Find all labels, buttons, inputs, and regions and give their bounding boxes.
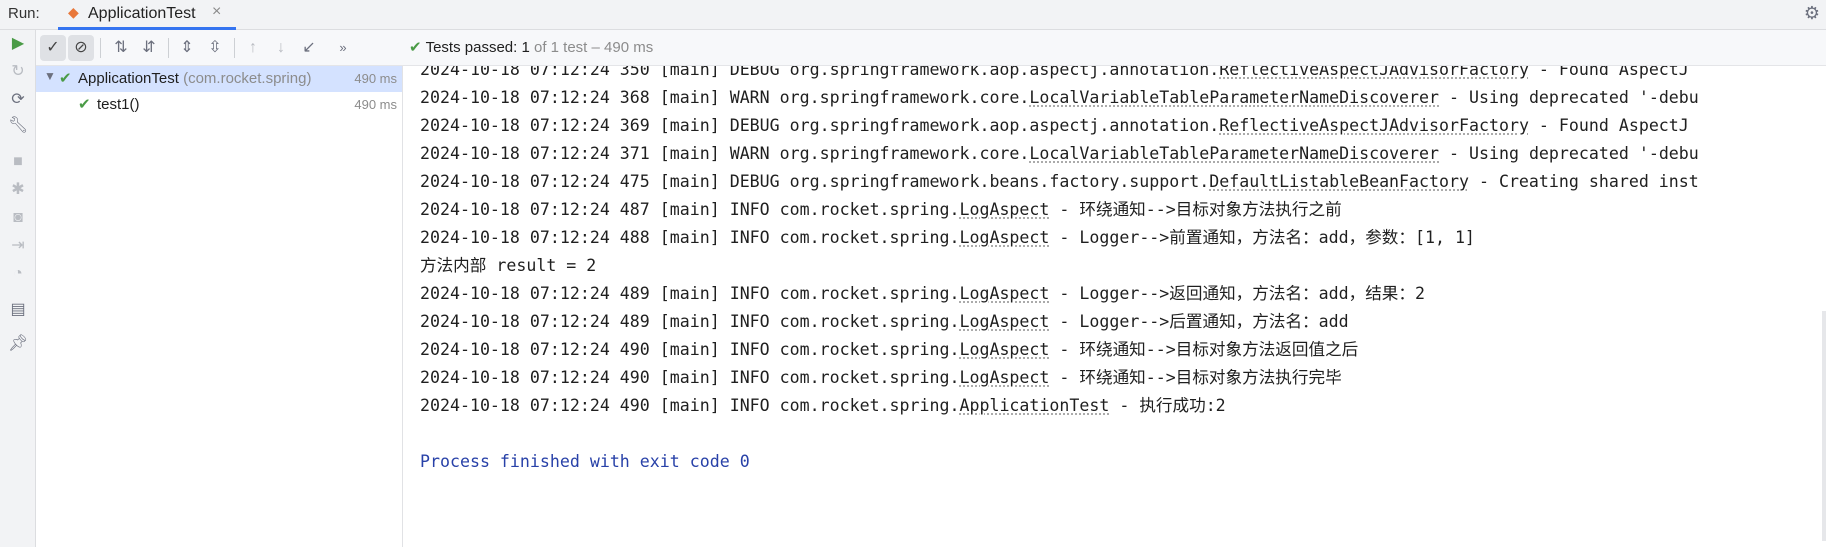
test-class-time: 490 ms [354, 71, 397, 86]
run-tab-application-test[interactable]: ◆ ApplicationTest × [58, 0, 236, 30]
close-tab-icon[interactable]: × [212, 3, 221, 21]
sort-duration-icon[interactable]: ⇵ [136, 35, 162, 61]
collapse-all-icon[interactable]: ⇳ [202, 35, 228, 61]
test-method-name: test1() [97, 96, 140, 113]
chevron-down-icon[interactable]: ▼ [44, 69, 56, 83]
test-class-name: ApplicationTest (com.rocket.spring) [78, 70, 311, 87]
tree-row-application-test[interactable]: ▼ ✔ ApplicationTest (com.rocket.spring) … [36, 66, 402, 92]
test-runner-toolbar: ✓ ⊘ ⇅ ⇵ ⇕ ⇳ ↑ ↓ ↙ » ✔ Tests passed: 1 of … [36, 30, 1826, 66]
console-line: 2024-10-18 07:12:24 490 [main] INFO com.… [420, 396, 1226, 415]
run-tab-title: ApplicationTest [88, 5, 196, 22]
check-icon: ✔ [409, 39, 422, 56]
test-tree: ▼ ✔ ApplicationTest (com.rocket.spring) … [36, 66, 403, 547]
coverage-icon[interactable]: ◔ [8, 264, 28, 284]
tree-row-test1[interactable]: ✔ test1() 490 ms [36, 92, 402, 118]
status-count: 1 [521, 39, 530, 56]
layout-icon[interactable]: ▤ [8, 300, 28, 320]
console-output[interactable]: 2024-10-18 07:12:24 350 [main] DEBUG org… [404, 66, 1826, 547]
test-class-label: ApplicationTest [78, 70, 179, 87]
sort-alpha-icon[interactable]: ⇅ [108, 35, 134, 61]
test-passed-icon: ✔ [78, 96, 91, 113]
status-suffix: of 1 test – 490 ms [533, 39, 654, 56]
console-line: 2024-10-18 07:12:24 488 [main] INFO com.… [420, 228, 1475, 247]
camera-icon[interactable]: ◙ [8, 208, 28, 228]
test-class-package: (com.rocket.spring) [183, 70, 312, 87]
console-line: 2024-10-18 07:12:24 489 [main] INFO com.… [420, 312, 1349, 331]
run-tool-window-header: Run: ◆ ApplicationTest × ⚙ [0, 0, 1826, 30]
rerun-failed-icon[interactable]: ↻ [8, 62, 28, 82]
test-status: ✔ Tests passed: 1 of 1 test – 490 ms [409, 38, 653, 56]
gear-icon[interactable]: ⚙ [1804, 3, 1820, 24]
console-line: 2024-10-18 07:12:24 371 [main] WARN org.… [420, 144, 1699, 163]
console-line: 2024-10-18 07:12:24 490 [main] INFO com.… [420, 368, 1342, 387]
console-line: 2024-10-18 07:12:24 475 [main] DEBUG org… [420, 172, 1699, 191]
console-line: 方法内部 result = 2 [420, 256, 597, 275]
exit-icon[interactable]: ⇥ [8, 236, 28, 256]
rerun-icon[interactable]: ▶ [8, 34, 28, 54]
import-tests-icon[interactable]: ↙ [296, 35, 322, 61]
stop-icon[interactable]: ■ [8, 152, 28, 172]
debug-icon[interactable]: ✱ [8, 180, 28, 200]
toggle-auto-test-icon[interactable]: ⟳ [8, 90, 28, 110]
run-side-toolbar: ▶ ↻ ⟳ 🔧︎ ■ ✱ ◙ ⇥ ◔ ▤ 📌︎ [0, 30, 36, 547]
console-line: 2024-10-18 07:12:24 490 [main] INFO com.… [420, 340, 1359, 359]
show-passed-icon[interactable]: ✓ [40, 35, 66, 61]
process-finished-line: Process finished with exit code 0 [420, 452, 750, 471]
console-line: 2024-10-18 07:12:24 487 [main] INFO com.… [420, 200, 1342, 219]
pin-icon[interactable]: 📌︎ [8, 334, 28, 354]
prev-failed-icon[interactable]: ↑ [240, 35, 266, 61]
console-line: 2024-10-18 07:12:24 368 [main] WARN org.… [420, 88, 1699, 107]
next-failed-icon[interactable]: ↓ [268, 35, 294, 61]
console-line: 2024-10-18 07:12:24 369 [main] DEBUG org… [420, 116, 1689, 135]
console-scrollbar[interactable] [1822, 311, 1826, 541]
test-method-time: 490 ms [354, 97, 397, 112]
run-label: Run: [8, 5, 40, 22]
settings-wrench-icon[interactable]: 🔧︎ [8, 116, 28, 136]
status-prefix: Tests passed: [425, 39, 518, 56]
test-passed-icon: ✔ [59, 70, 72, 87]
console-line: 2024-10-18 07:12:24 489 [main] INFO com.… [420, 284, 1425, 303]
show-ignored-icon[interactable]: ⊘ [68, 35, 94, 61]
more-icon[interactable]: » [330, 35, 356, 61]
expand-all-icon[interactable]: ⇕ [174, 35, 200, 61]
console-line: 2024-10-18 07:12:24 350 [main] DEBUG org… [420, 66, 1689, 79]
junit-config-icon: ◆ [68, 4, 79, 20]
